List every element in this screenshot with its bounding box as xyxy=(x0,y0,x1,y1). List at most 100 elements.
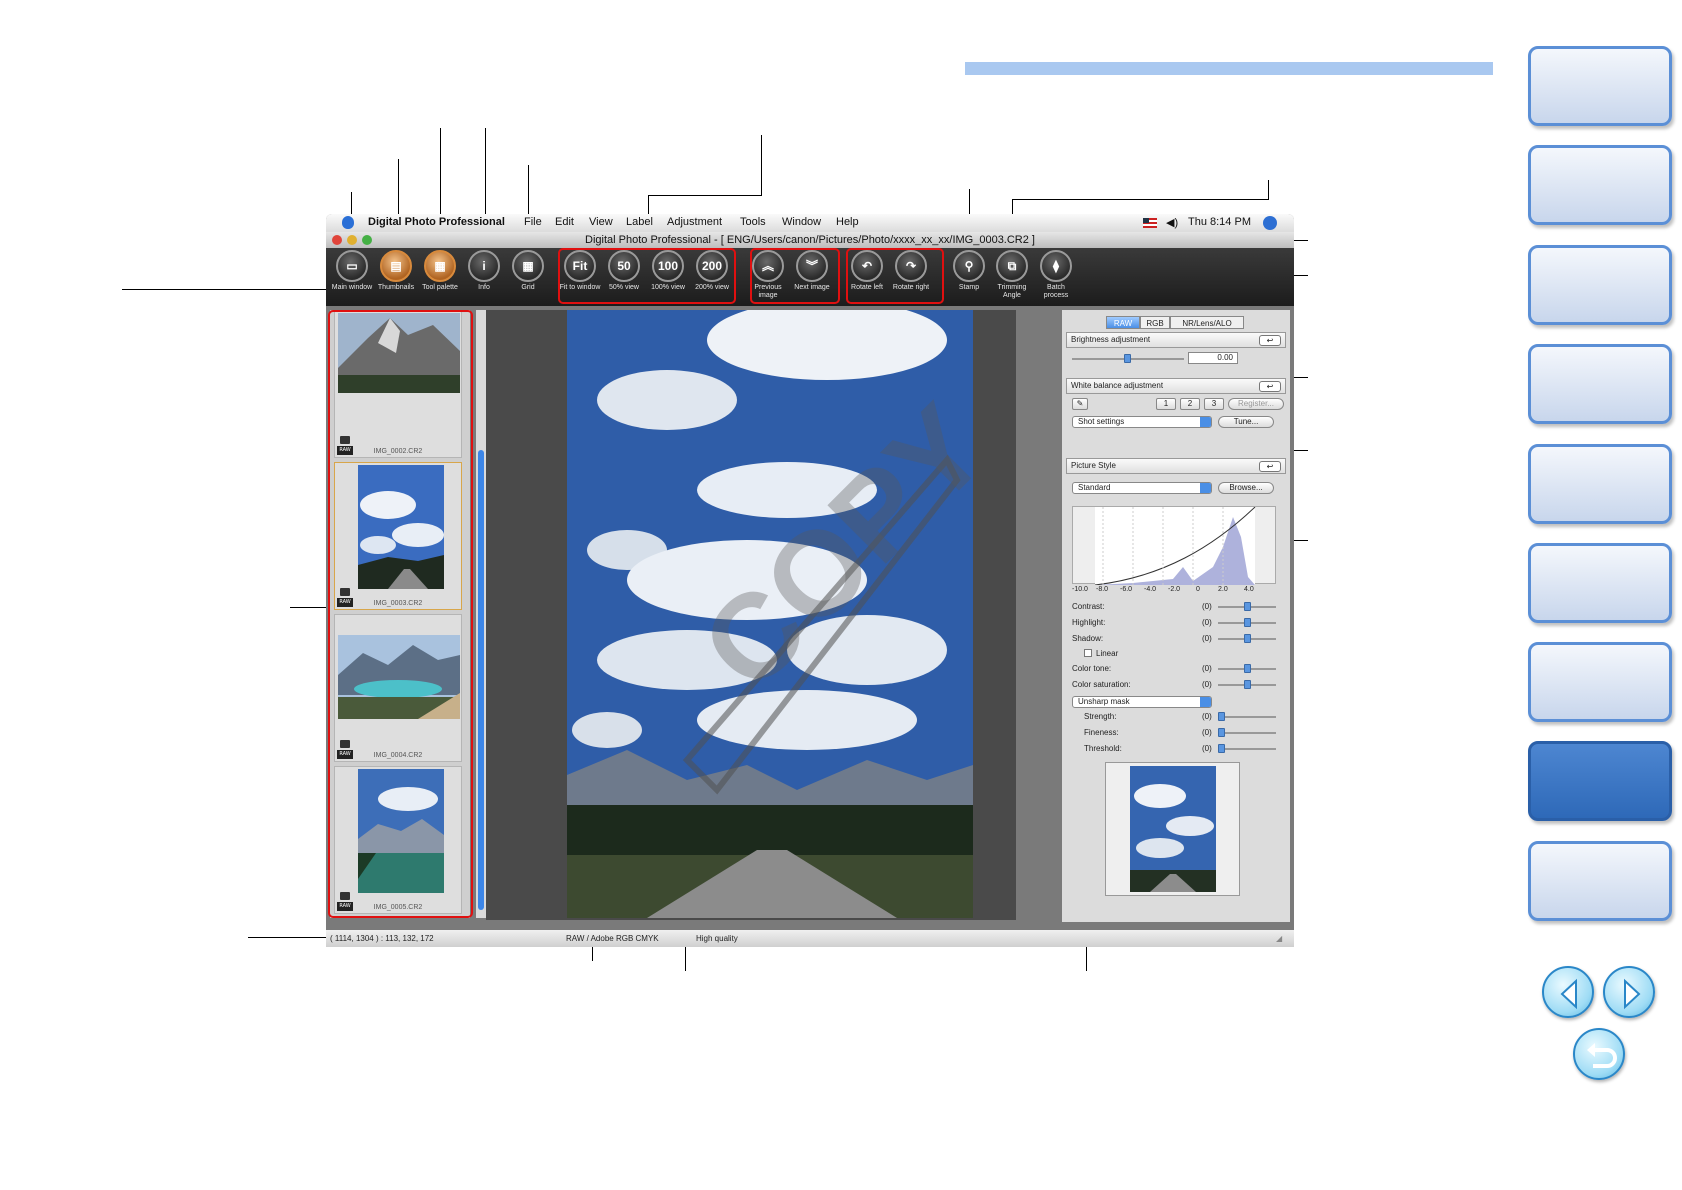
main-window-button[interactable]: ▭ Main window xyxy=(330,250,374,292)
image-viewer[interactable]: COPY xyxy=(486,310,1016,920)
slider-thumb[interactable] xyxy=(1218,712,1225,721)
trimming-angle-button[interactable]: ⧉ Trimming Angle xyxy=(990,250,1034,300)
wb-slot-3[interactable]: 3 xyxy=(1204,398,1224,410)
us-flag-icon[interactable] xyxy=(1143,218,1157,228)
apple-icon[interactable] xyxy=(342,216,354,229)
info-icon: i xyxy=(468,250,500,282)
linear-label: Linear xyxy=(1096,649,1119,658)
slider-thumb[interactable] xyxy=(1124,354,1131,363)
menu-bar: Digital Photo Professional File Edit Vie… xyxy=(326,214,1294,232)
color-tone-slider[interactable] xyxy=(1218,664,1276,673)
browse-button[interactable]: Browse... xyxy=(1218,482,1274,494)
slider-thumb[interactable] xyxy=(1244,680,1251,689)
trimming-angle-label: Trimming Angle xyxy=(997,284,1027,299)
sharpness-mode-select[interactable]: Unsharp mask xyxy=(1072,696,1212,708)
brightness-title: Brightness adjustment xyxy=(1071,335,1151,344)
info-button[interactable]: i Info xyxy=(462,250,506,292)
tool-palette: RAW RGB NR/Lens/ALO Brightness adjustmen… xyxy=(1062,310,1290,922)
window-title: Digital Photo Professional - [ ENG/Users… xyxy=(585,234,1035,246)
scrollbar-knob[interactable] xyxy=(478,450,484,910)
slider-thumb[interactable] xyxy=(1244,634,1251,643)
tab-nr-lens-alo[interactable]: NR/Lens/ALO xyxy=(1170,316,1244,329)
nav-tab-8-active[interactable] xyxy=(1528,741,1672,821)
slider-thumb[interactable] xyxy=(1218,728,1225,737)
stamp-button[interactable]: ⚲ Stamp xyxy=(947,250,991,292)
return-button[interactable] xyxy=(1573,1028,1625,1080)
slider-thumb[interactable] xyxy=(1244,664,1251,673)
nav-tab-6[interactable] xyxy=(1528,543,1672,623)
nav-tab-5[interactable] xyxy=(1528,444,1672,524)
brightness-value-field[interactable]: 0.00 xyxy=(1188,352,1238,364)
grid-button[interactable]: ▦ Grid xyxy=(506,250,550,292)
menu-clock[interactable]: Thu 8:14 PM xyxy=(1188,216,1251,228)
navigation-buttons-highlight xyxy=(750,248,840,304)
tool-palette-button[interactable]: ▦ Tool palette xyxy=(418,250,462,292)
menu-file[interactable]: File xyxy=(524,216,542,228)
register-button[interactable]: Register... xyxy=(1228,398,1284,410)
menu-app-name[interactable]: Digital Photo Professional xyxy=(368,216,505,228)
resize-grip-icon[interactable]: ◢ xyxy=(1276,930,1282,947)
navigator-preview[interactable] xyxy=(1105,762,1240,896)
shadow-slider[interactable] xyxy=(1218,634,1276,643)
thumbnails-button[interactable]: ▤ Thumbnails xyxy=(374,250,418,292)
menu-window[interactable]: Window xyxy=(782,216,821,228)
menu-help[interactable]: Help xyxy=(836,216,859,228)
nav-tab-4[interactable] xyxy=(1528,344,1672,424)
tune-button[interactable]: Tune... xyxy=(1218,416,1274,428)
color-saturation-slider[interactable] xyxy=(1218,680,1276,689)
previous-page-button[interactable] xyxy=(1542,966,1594,1018)
thumbnail-scrollbar[interactable] xyxy=(476,310,486,918)
contrast-slider[interactable] xyxy=(1218,602,1276,611)
strength-slider[interactable] xyxy=(1218,712,1276,721)
fineness-slider[interactable] xyxy=(1218,728,1276,737)
white-balance-select[interactable]: Shot settings xyxy=(1072,416,1212,428)
threshold-slider[interactable] xyxy=(1218,744,1276,753)
linear-checkbox[interactable] xyxy=(1084,649,1092,657)
minimize-window-icon[interactable] xyxy=(347,235,357,245)
menu-edit[interactable]: Edit xyxy=(555,216,574,228)
eyedropper-icon[interactable]: ✎ xyxy=(1072,398,1088,410)
nav-tab-2[interactable] xyxy=(1528,145,1672,225)
grid-label: Grid xyxy=(521,284,535,291)
slider-thumb[interactable] xyxy=(1244,618,1251,627)
picture-style-select[interactable]: Standard xyxy=(1072,482,1212,494)
reset-brightness-icon[interactable]: ↩ xyxy=(1259,335,1281,346)
thumbnails-label: Thumbnails xyxy=(377,284,415,291)
menu-tools[interactable]: Tools xyxy=(740,216,766,228)
strength-label: Strength: xyxy=(1084,712,1117,721)
nav-tab-7[interactable] xyxy=(1528,642,1672,722)
trimming-icon: ⧉ xyxy=(996,250,1028,282)
close-window-icon[interactable] xyxy=(332,235,342,245)
slider-thumb[interactable] xyxy=(1218,744,1225,753)
nav-tab-3[interactable] xyxy=(1528,245,1672,325)
nav-tab-1[interactable] xyxy=(1528,46,1672,126)
threshold-label: Threshold: xyxy=(1084,744,1122,753)
axis-tick: 4.0 xyxy=(1244,586,1254,593)
spotlight-icon[interactable] xyxy=(1263,216,1277,230)
callout-trim-h xyxy=(1012,199,1269,200)
menu-label[interactable]: Label xyxy=(626,216,653,228)
brightness-section-header: Brightness adjustment ↩ xyxy=(1066,332,1286,348)
nav-tab-9[interactable] xyxy=(1528,841,1672,921)
axis-tick: -8.0 xyxy=(1096,586,1109,593)
reset-white-balance-icon[interactable]: ↩ xyxy=(1259,381,1281,392)
arrow-left-icon xyxy=(1560,978,1577,1010)
volume-icon[interactable]: ◀) xyxy=(1166,216,1178,229)
tone-curve-histogram[interactable] xyxy=(1072,506,1276,586)
arrow-right-icon xyxy=(1624,978,1641,1010)
menu-adjustment[interactable]: Adjustment xyxy=(667,216,722,228)
reset-picture-style-icon[interactable]: ↩ xyxy=(1259,461,1281,472)
highlight-slider[interactable] xyxy=(1218,618,1276,627)
tab-raw[interactable]: RAW xyxy=(1106,316,1140,329)
wb-slot-2[interactable]: 2 xyxy=(1180,398,1200,410)
brightness-slider[interactable] xyxy=(1072,354,1184,363)
menu-view[interactable]: View xyxy=(589,216,613,228)
thumbnails-icon: ▤ xyxy=(380,250,412,282)
wb-slot-1[interactable]: 1 xyxy=(1156,398,1176,410)
slider-thumb[interactable] xyxy=(1244,602,1251,611)
contrast-value: (0) xyxy=(1202,602,1212,611)
next-page-button[interactable] xyxy=(1603,966,1655,1018)
tab-rgb[interactable]: RGB xyxy=(1140,316,1170,329)
batch-process-button[interactable]: ⧫ Batch process xyxy=(1034,250,1078,300)
zoom-window-icon[interactable] xyxy=(362,235,372,245)
